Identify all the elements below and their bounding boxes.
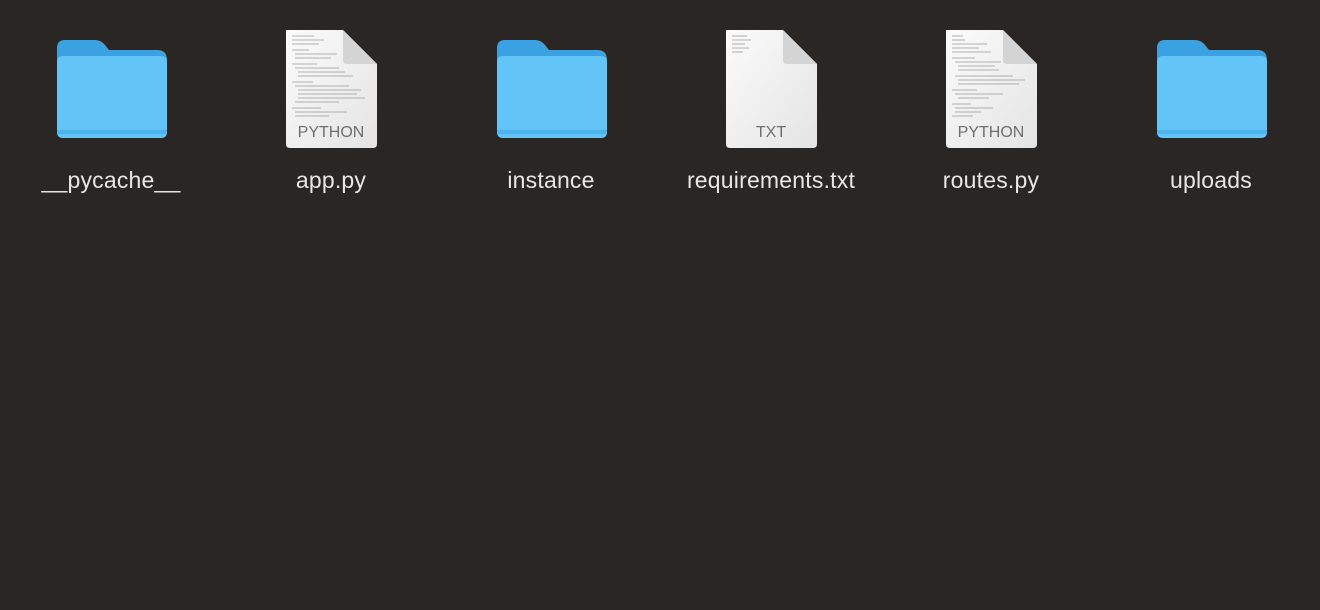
folder-icon — [49, 26, 173, 150]
file-item-requirements-txt[interactable]: TXT requirements.txt — [671, 26, 871, 206]
python-file-icon: PYTHON — [269, 26, 393, 150]
file-icon-grid: __pycache__ PYTHON app.py instance TXT r… — [0, 0, 1320, 610]
file-name-label: instance — [507, 167, 595, 193]
file-item-instance[interactable]: instance — [451, 26, 651, 206]
python-file-icon: PYTHON — [929, 26, 1053, 150]
folder-icon — [1149, 26, 1273, 150]
file-name-label: app.py — [295, 167, 367, 193]
file-type-badge: PYTHON — [298, 124, 365, 141]
file-name-label: __pycache__ — [41, 167, 181, 193]
file-item-routes-py[interactable]: PYTHON routes.py — [891, 26, 1091, 206]
file-item-app-py[interactable]: PYTHON app.py — [231, 26, 431, 206]
text-file-icon: TXT — [709, 26, 833, 150]
file-name-label: uploads — [1170, 167, 1252, 193]
file-name-label: requirements.txt — [686, 167, 856, 193]
file-item-pycache[interactable]: __pycache__ — [11, 26, 211, 206]
file-type-badge: TXT — [756, 124, 786, 141]
folder-icon — [489, 26, 613, 150]
file-name-label: routes.py — [942, 167, 1040, 193]
file-type-badge: PYTHON — [958, 124, 1025, 141]
file-item-uploads[interactable]: uploads — [1111, 26, 1311, 206]
